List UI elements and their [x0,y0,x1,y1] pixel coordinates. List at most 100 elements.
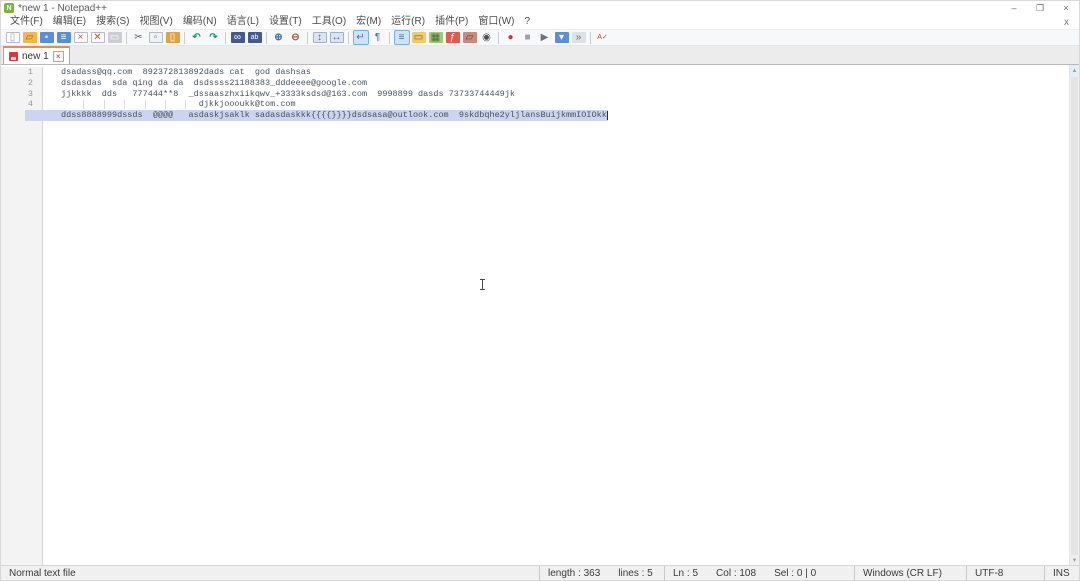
open-folder-icon[interactable]: ▱ [22,30,38,45]
line-number: 1 [1,67,43,78]
macro-play-icon[interactable]: ▶ [537,30,553,45]
tab-close-icon[interactable]: × [52,50,64,62]
replace-icon[interactable]: ab [247,30,263,45]
indent-guide [165,100,166,110]
window-controls: – ❐ × [1001,1,1079,15]
document-map-icon[interactable]: ▦ [428,30,444,45]
minimize-button[interactable]: – [1001,1,1027,15]
editor-line-5-current[interactable]: 5 ddss8888999dssds @@@@ asdaskjsaklk sad… [1,110,1079,121]
cut-icon[interactable]: ✂ [131,30,147,45]
menu-item-help[interactable]: ? [520,15,536,29]
eol-label: Windows (CR LF) [863,567,942,579]
macro-run-multiple-icon[interactable]: » [571,30,587,45]
word-wrap-icon[interactable]: ↵ [352,30,369,45]
folder-as-workspace-icon[interactable]: ▱ [462,30,478,45]
status-eol-format[interactable]: Windows (CR LF) [854,566,966,580]
toolbar-separator [225,31,226,44]
show-all-characters-icon[interactable]: ¶ [370,30,386,45]
indent-guide [185,100,186,110]
paste-icon[interactable]: ▯ [165,30,181,45]
sync-scroll-vertical-icon[interactable]: ↕ [312,30,328,45]
toolbar-separator [184,31,185,44]
gutter-fill [1,120,43,565]
length-label: length : 363 [548,567,601,579]
menu-item-view[interactable]: 视图(V) [134,15,177,29]
print-icon[interactable]: ▭ [107,30,123,45]
title-bar: N *new 1 - Notepad++ – ❐ × [1,1,1079,15]
ln-label: Ln : 5 [673,567,699,579]
menu-item-run[interactable]: 运行(R) [386,15,430,29]
window-title: *new 1 - Notepad++ [18,2,107,14]
indent-guide [145,100,146,110]
redo-icon[interactable]: ↷ [206,30,222,45]
status-bar: Normal text file length : 363 lines : 5 … [1,565,1079,580]
toolbar: ▯ ▱ ▪ ≡ × ✕ ▭ ✂ ▫ ▯ ↶ ↷ ∞ ab ⊕ ⊖ ↕ ↔ ↵ ¶ ≡ ▭ ▦ ƒ ▱ ◉ ● ■ ▶ ▾» A✓ [1,29,1079,46]
tab-label: new 1 [22,50,49,62]
zoom-in-icon[interactable]: ⊕ [271,30,287,45]
notepad-plus-plus-window: N *new 1 - Notepad++ – ❐ × x 文件(F) 编辑(E) 搜… [0,0,1080,581]
editor-line-3[interactable]: 3 jjkkkk dds 777444**8 _dssaaszhxiikqwv_… [1,88,1079,100]
show-indent-guide-icon[interactable]: ≡ [393,30,410,45]
lines-label: lines : 5 [618,567,653,579]
indent-guide [124,100,125,110]
find-icon[interactable]: ∞ [230,30,246,45]
editor-line-1[interactable]: 1 dsadass@qq.com 892372813892dads cat go… [1,67,1079,78]
new-file-icon[interactable]: ▯ [5,30,21,45]
menu-item-edit[interactable]: 编辑(E) [48,15,91,29]
unsaved-file-icon [9,51,18,61]
editor-area[interactable]: 1 dsadass@qq.com 892372813892dads cat go… [1,65,1079,567]
spell-check-icon[interactable]: A✓ [595,30,611,45]
line-text: djkkjoooukk@tom.com [61,99,296,110]
user-define-dialog-icon[interactable]: ▭ [411,30,427,45]
function-list-icon[interactable]: ƒ [445,30,461,45]
monitoring-eye-icon[interactable]: ◉ [479,30,495,45]
sel-label: Sel : 0 | 0 [774,567,817,579]
macro-record-icon[interactable]: ● [503,30,519,45]
macro-save-icon[interactable]: ▾ [554,30,570,45]
close-button[interactable]: × [1053,1,1079,15]
line-text: jjkkkk dds 777444**8 _dssaaszhxiikqwv_+3… [61,88,515,99]
menu-item-search[interactable]: 搜索(S) [91,15,134,29]
toolbar-separator [590,31,591,44]
menu-item-tools[interactable]: 工具(O) [307,15,351,29]
document-close-icon[interactable]: x [1054,17,1079,28]
restore-button[interactable]: ❐ [1027,1,1053,15]
toolbar-separator [307,31,308,44]
menu-item-encoding[interactable]: 编码(N) [178,15,222,29]
close-icon[interactable]: × [73,30,89,45]
ins-label: INS [1053,567,1070,579]
status-encoding[interactable]: UTF-8 [966,566,1044,580]
line-number: 4 [1,99,43,111]
vertical-scrollbar[interactable]: ▲ ▼ [1069,65,1079,567]
notepad-plus-plus-app-icon: N [4,3,14,13]
editor-line-4[interactable]: 4 djkkjoooukk@tom.com [1,99,1079,111]
scroll-up-icon[interactable]: ▲ [1070,65,1079,77]
menu-bar: x 文件(F) 编辑(E) 搜索(S) 视图(V) 编码(N) 语言(L) 设置(T) 工具(… [1,15,1079,29]
menu-item-plugins[interactable]: 插件(P) [430,15,473,29]
macro-stop-icon[interactable]: ■ [520,30,536,45]
close-all-icon[interactable]: ✕ [90,30,106,45]
status-cursor-position: Ln : 5 Col : 108 Sel : 0 | 0 [664,566,854,580]
tab-bar: new 1 × [1,46,1079,65]
editor-empty-area[interactable] [1,120,1079,565]
mouse-ibeam-cursor [479,279,486,290]
menu-item-macro[interactable]: 宏(M) [351,15,386,29]
zoom-out-icon[interactable]: ⊖ [288,30,304,45]
toolbar-separator [498,31,499,44]
save-icon[interactable]: ▪ [39,30,55,45]
scrollbar-thumb[interactable] [1071,77,1078,555]
status-insert-mode[interactable]: INS [1044,566,1079,580]
menu-item-settings[interactable]: 设置(T) [264,15,307,29]
toolbar-separator [126,31,127,44]
undo-icon[interactable]: ↶ [189,30,205,45]
menu-item-file[interactable]: 文件(F) [5,15,48,29]
copy-icon[interactable]: ▫ [148,30,164,45]
menu-item-window[interactable]: 窗口(W) [473,15,519,29]
menu-item-language[interactable]: 语言(L) [222,15,264,29]
tab-new-1[interactable]: new 1 × [3,46,70,64]
indent-guide [104,100,105,110]
save-all-icon[interactable]: ≡ [56,30,72,45]
line-number: 2 [1,77,43,89]
sync-scroll-horizontal-icon[interactable]: ↔ [329,30,345,45]
editor-line-2[interactable]: 2 dsdasdas sda qing da da dsdssss2118838… [1,77,1079,89]
